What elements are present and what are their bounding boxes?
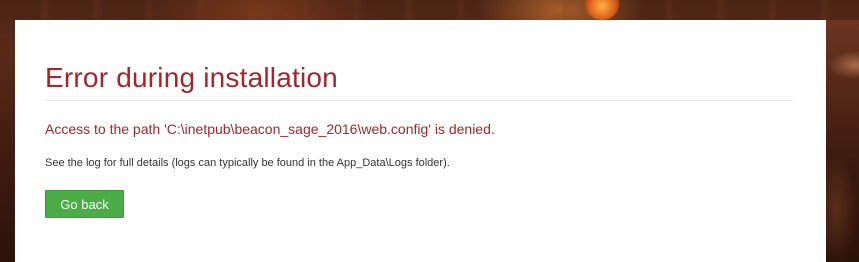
page-title: Error during installation <box>45 62 338 93</box>
title-divider <box>45 100 793 101</box>
background-photo-top <box>0 0 859 20</box>
log-details-text: See the log for full details (logs can t… <box>45 157 450 169</box>
go-back-button[interactable]: Go back <box>45 190 124 218</box>
background-photo-right <box>826 20 859 262</box>
error-card: Error during installation Access to the … <box>15 20 826 262</box>
error-message: Access to the path 'C:\inetpub\beacon_sa… <box>45 121 495 137</box>
